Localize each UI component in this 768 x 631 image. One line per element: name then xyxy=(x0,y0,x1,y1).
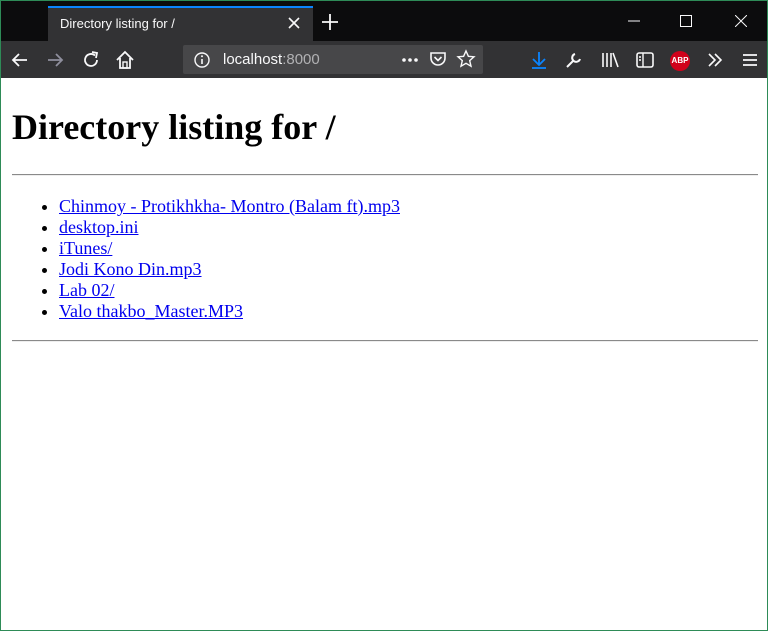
new-tab-icon[interactable] xyxy=(319,11,341,33)
navigation-toolbar: localhost:8000 ABP xyxy=(1,41,767,78)
url-port: :8000 xyxy=(282,51,320,68)
list-item: Chinmoy - Protikhkha- Montro (Balam ft).… xyxy=(59,196,400,217)
url-host: localhost xyxy=(223,51,283,68)
list-item: Lab 02/ xyxy=(59,280,400,301)
forward-arrow-icon[interactable] xyxy=(44,49,66,71)
close-window-icon[interactable] xyxy=(718,1,764,41)
file-link[interactable]: Valo thakbo_Master.MP3 xyxy=(59,301,243,321)
bookmark-star-icon[interactable] xyxy=(456,49,476,74)
wrench-icon[interactable] xyxy=(563,49,585,71)
list-item: Valo thakbo_Master.MP3 xyxy=(59,301,400,322)
file-link[interactable]: Jodi Kono Din.mp3 xyxy=(59,259,202,279)
folder-link[interactable]: Lab 02/ xyxy=(59,280,115,300)
overflow-chevron-icon[interactable] xyxy=(704,49,726,71)
folder-link[interactable]: iTunes/ xyxy=(59,238,112,258)
page-heading: Directory listing for / xyxy=(12,107,336,147)
maximize-icon[interactable] xyxy=(663,1,709,41)
tab-title: Directory listing for / xyxy=(60,16,175,31)
list-item: iTunes/ xyxy=(59,238,400,259)
adblock-plus-icon[interactable]: ABP xyxy=(670,51,690,71)
reload-icon[interactable] xyxy=(80,49,102,71)
url-text[interactable]: localhost:8000 xyxy=(223,51,320,68)
tab-bar: Directory listing for / xyxy=(1,1,767,41)
file-list: Chinmoy - Protikhkha- Montro (Balam ft).… xyxy=(19,196,400,322)
back-arrow-icon[interactable] xyxy=(9,49,31,71)
close-tab-icon[interactable] xyxy=(285,14,303,32)
page-actions-icon[interactable] xyxy=(400,50,420,75)
page-content: Directory listing for / Chinmoy - Protik… xyxy=(1,78,767,630)
download-icon[interactable] xyxy=(528,49,550,71)
bottom-divider xyxy=(12,340,758,342)
url-bar[interactable]: localhost:8000 xyxy=(183,45,483,74)
sidebar-icon[interactable] xyxy=(634,49,656,71)
file-link[interactable]: desktop.ini xyxy=(59,217,139,237)
home-icon[interactable] xyxy=(114,49,136,71)
minimize-icon[interactable] xyxy=(611,1,657,41)
list-item: Jodi Kono Din.mp3 xyxy=(59,259,400,280)
top-divider xyxy=(12,174,758,176)
menu-icon[interactable] xyxy=(739,49,761,71)
file-link[interactable]: Chinmoy - Protikhkha- Montro (Balam ft).… xyxy=(59,196,400,216)
tab-active[interactable]: Directory listing for / xyxy=(48,6,313,41)
info-icon[interactable] xyxy=(193,51,211,74)
library-icon[interactable] xyxy=(599,49,621,71)
pocket-icon[interactable] xyxy=(428,49,448,74)
list-item: desktop.ini xyxy=(59,217,400,238)
browser-window: Directory listing for / localhost:8000 A… xyxy=(0,0,768,631)
